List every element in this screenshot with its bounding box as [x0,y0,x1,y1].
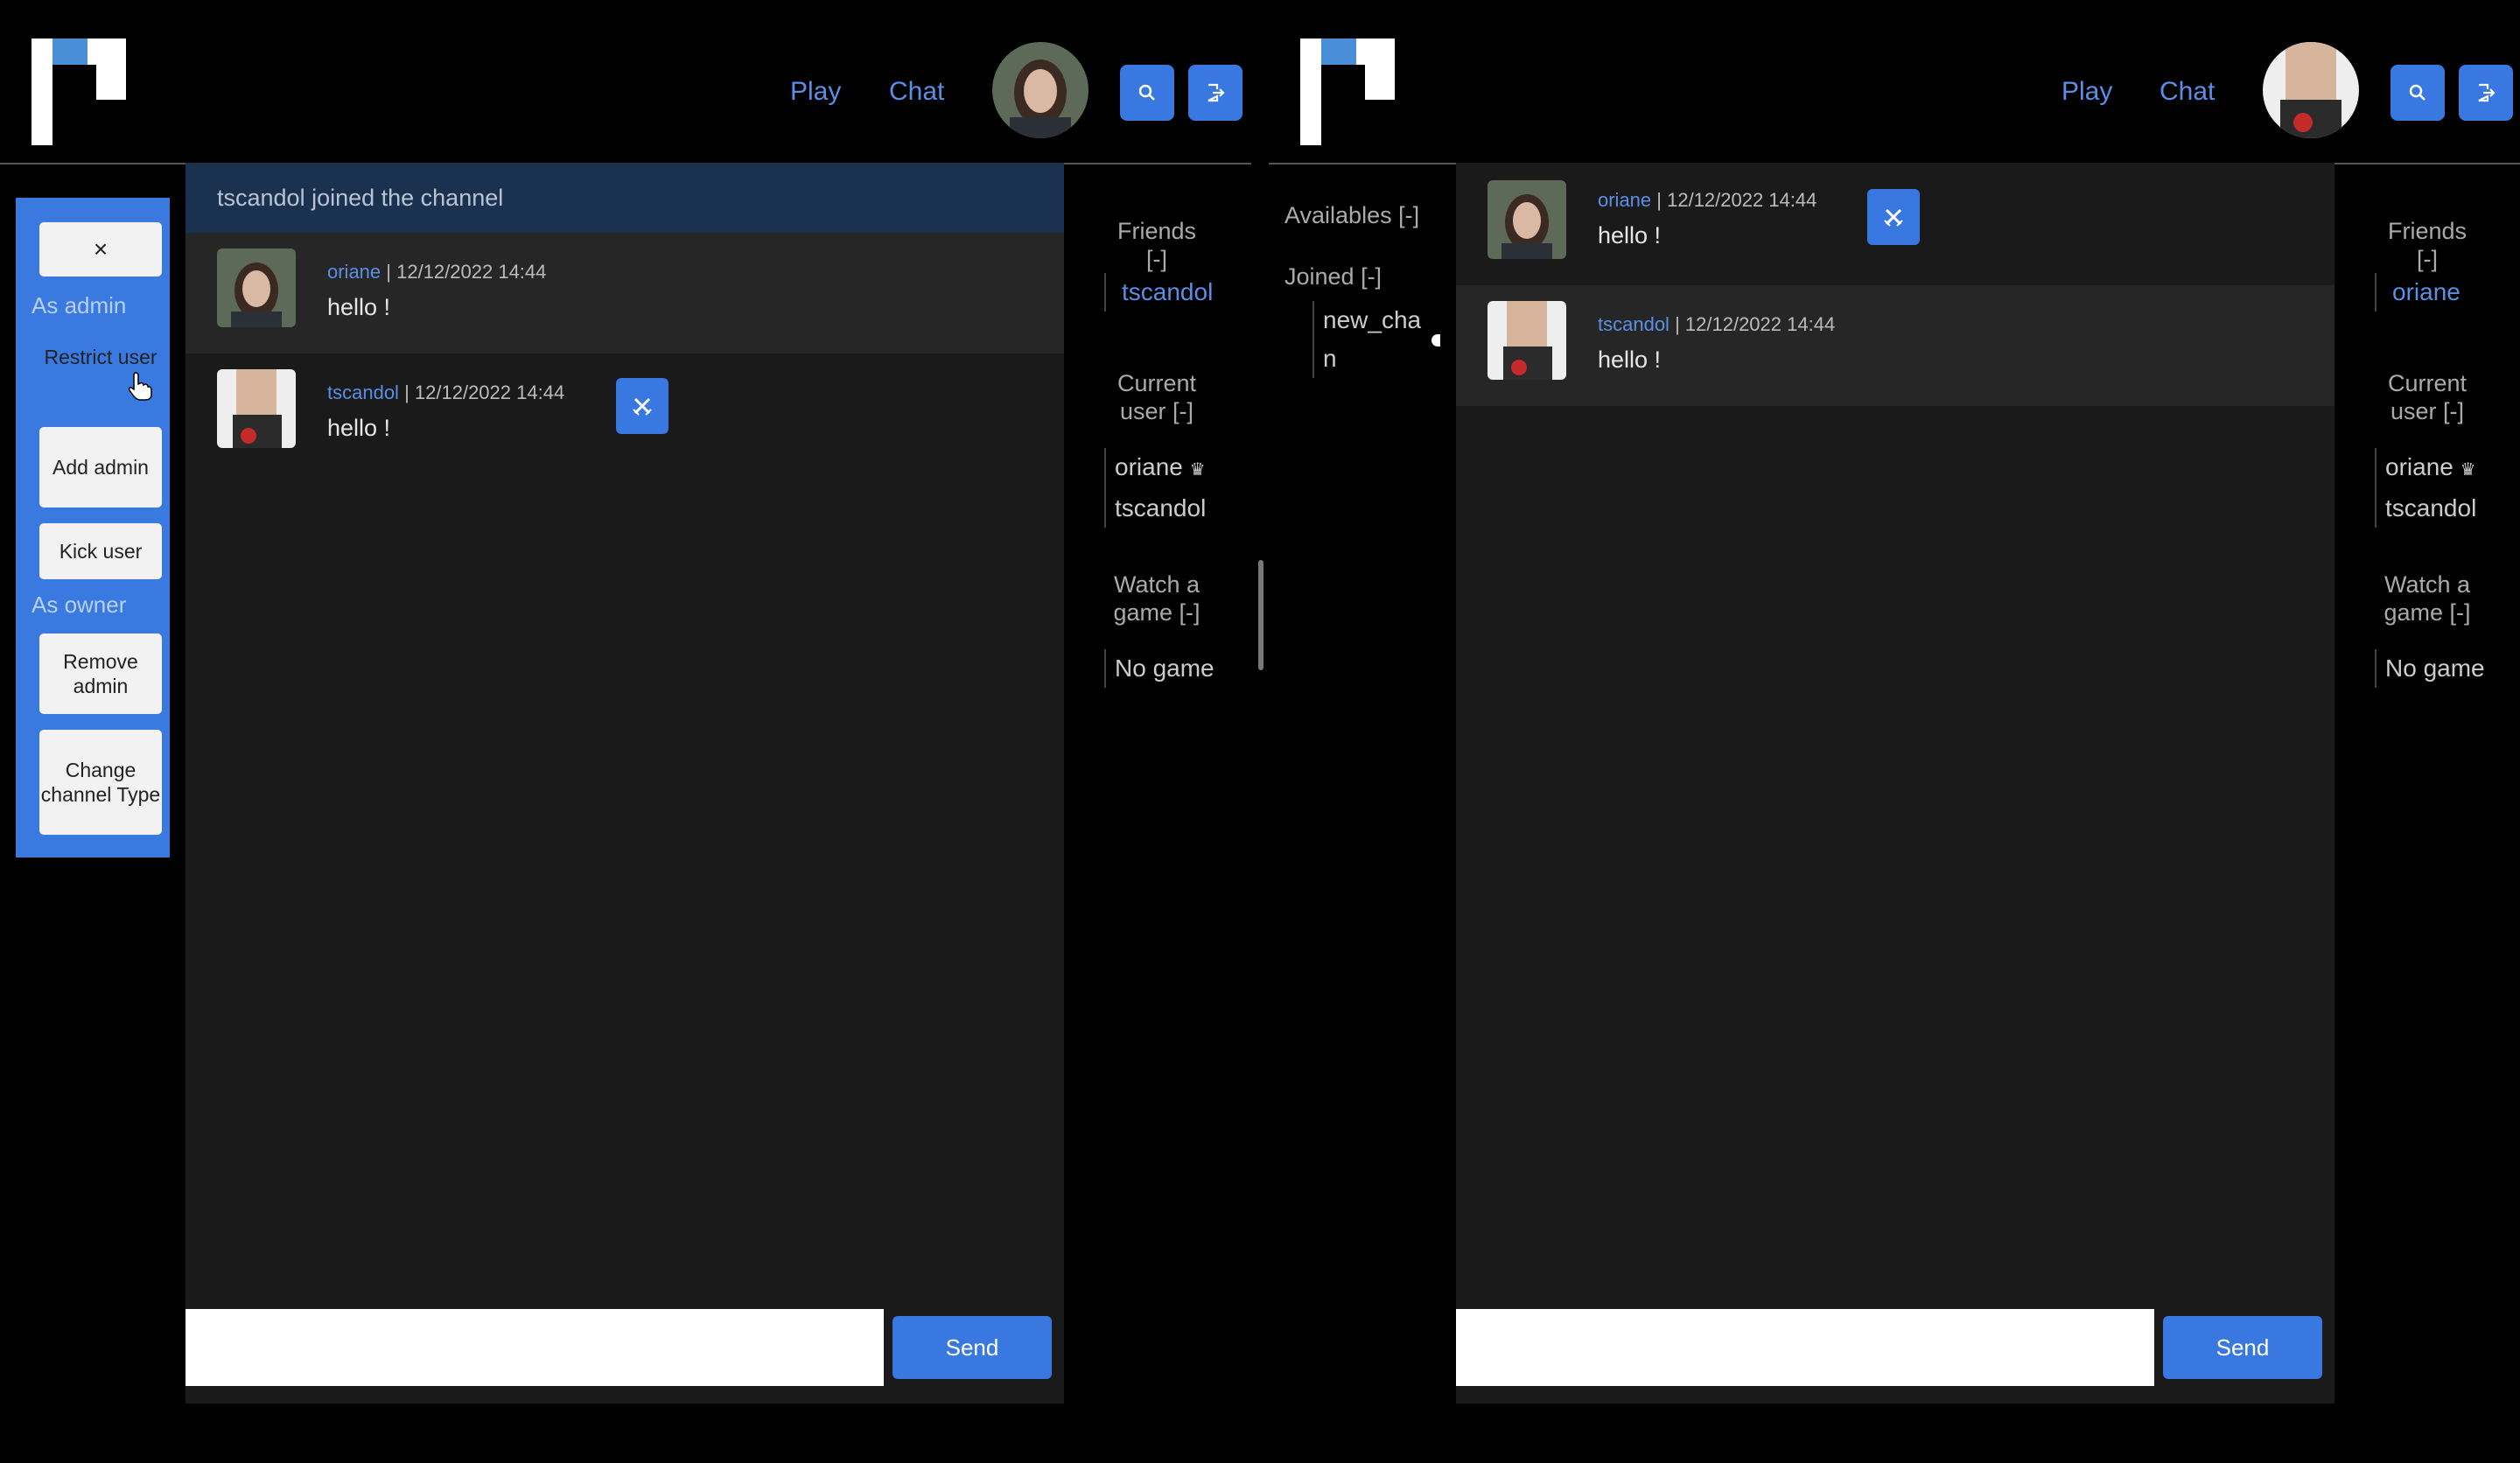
message-time: 12/12/2022 14:44 [1684,313,1836,335]
avatar[interactable] [992,42,1088,138]
change-channel-type-button[interactable]: Change channel Type [39,730,162,835]
message-row: tscandol | 12/12/2022 14:44 hello ! [186,354,1064,474]
message-meta: oriane | 12/12/2022 14:44 [327,261,547,283]
message-action-button[interactable] [1867,189,1920,245]
collapse-handle[interactable] [1432,334,1440,346]
search-icon [2409,84,2426,101]
message-text: hello ! [1598,346,1662,373]
logout-button[interactable] [2459,65,2513,121]
message-meta: tscandol | 12/12/2022 14:44 [327,382,565,403]
kick-user-button[interactable]: Kick user [39,523,162,579]
user-item[interactable]: tscandol [2385,489,2476,528]
user-item[interactable]: tscandol [1115,489,1206,528]
game-item: No game [1115,654,1214,682]
users-list: oriane ♛ tscandol [1104,448,1206,528]
add-admin-button[interactable]: Add admin [39,427,162,508]
chat-area: oriane | 12/12/2022 14:44 hello ! tscand… [1456,163,2334,1404]
nav-chat-link[interactable]: Chat [2160,77,2215,107]
message-avatar[interactable] [217,369,296,448]
message-input[interactable] [186,1309,884,1386]
logout-icon [2478,83,2496,102]
logo-icon[interactable] [32,38,126,145]
friend-item[interactable]: oriane [2385,273,2460,312]
search-button[interactable] [1120,65,1174,121]
watch-game-heading[interactable]: Watch a game [-] [1104,570,1209,626]
user-actions-panel: × As admin Restrict user Add admin Kick … [16,198,170,858]
message-row: oriane | 12/12/2022 14:44 hello ! [186,233,1064,354]
scrollbar-thumb[interactable] [1258,560,1264,670]
message-author[interactable]: tscandol [1598,313,1670,335]
message-input[interactable] [1456,1309,2154,1386]
game-item: No game [2385,654,2485,682]
swords-icon [1884,208,1903,227]
crown-icon: ♛ [1189,460,1206,480]
as-admin-heading: As admin [32,292,127,318]
users-list: oriane ♛ tscandol [2375,448,2476,528]
current-user-heading[interactable]: Current user [-] [1104,369,1209,425]
crown-icon: ♛ [2460,460,2476,480]
message-time: 12/12/2022 14:44 [1667,189,1817,211]
friends-heading[interactable]: Friends [-] [1104,217,1209,273]
send-button[interactable]: Send [2163,1316,2322,1379]
message-author[interactable]: oriane [327,261,381,283]
right-window: Play Chat Availables [-] Joined [-] new_… [1269,0,2520,1463]
user-item[interactable]: oriane ♛ [2385,448,2476,489]
system-message: tscandol joined the channel [186,163,1064,233]
message-time: 12/12/2022 14:44 [414,382,565,403]
friends-list: tscandol [1104,273,1213,312]
remove-admin-button[interactable]: Remove admin [39,634,162,714]
watch-game-heading[interactable]: Watch a game [-] [2375,570,2480,626]
user-item[interactable]: oriane ♛ [1115,448,1206,489]
send-button[interactable]: Send [892,1316,1052,1379]
friends-list: oriane [2375,273,2460,312]
restrict-user-button[interactable]: Restrict user [39,345,162,369]
logout-button[interactable] [1188,65,1242,121]
logo-icon[interactable] [1300,38,1395,145]
search-button[interactable] [2390,65,2445,121]
availables-heading[interactable]: Availables [-] [1284,201,1419,229]
logout-icon [1208,83,1225,102]
message-avatar[interactable] [1488,180,1566,259]
message-avatar[interactable] [217,248,296,327]
friend-item[interactable]: tscandol [1115,273,1213,312]
games-list: No game [1104,649,1214,688]
nav-play-link[interactable]: Play [2062,77,2112,107]
message-action-button[interactable] [616,378,668,434]
chat-area: tscandol joined the channel oriane | 12/… [186,163,1064,1404]
search-icon [1138,84,1155,101]
channel-item[interactable]: new_cha n [1323,301,1421,378]
message-time: 12/12/2022 14:44 [396,261,547,283]
message-text: hello ! [327,294,391,320]
left-window: Play Chat × As admin Restrict user Add a… [0,0,1264,1463]
message-meta: tscandol | 12/12/2022 14:44 [1598,313,1836,335]
message-author[interactable]: tscandol [327,382,399,403]
nav-play-link[interactable]: Play [790,77,841,107]
as-owner-heading: As owner [32,592,127,618]
header: Play Chat [1269,0,2520,164]
close-panel-button[interactable]: × [39,222,162,276]
nav-chat-link[interactable]: Chat [889,77,944,107]
message-avatar[interactable] [1488,301,1566,380]
joined-heading[interactable]: Joined [-] [1284,262,1382,290]
message-author[interactable]: oriane [1598,189,1651,211]
header: Play Chat [0,0,1251,164]
message-text: hello ! [327,415,391,441]
joined-channels-list: new_cha n [1312,301,1421,378]
message-row: tscandol | 12/12/2022 14:44 hello ! [1456,285,2334,406]
avatar[interactable] [2263,42,2359,138]
current-user-heading[interactable]: Current user [-] [2375,369,2480,425]
message-text: hello ! [1598,222,1662,248]
message-meta: oriane | 12/12/2022 14:44 [1598,189,1817,211]
message-row: oriane | 12/12/2022 14:44 hello ! [1456,163,2334,284]
swords-icon [633,397,652,416]
games-list: No game [2375,649,2485,688]
cursor-hand-icon [128,372,152,401]
friends-heading[interactable]: Friends [-] [2375,217,2480,273]
